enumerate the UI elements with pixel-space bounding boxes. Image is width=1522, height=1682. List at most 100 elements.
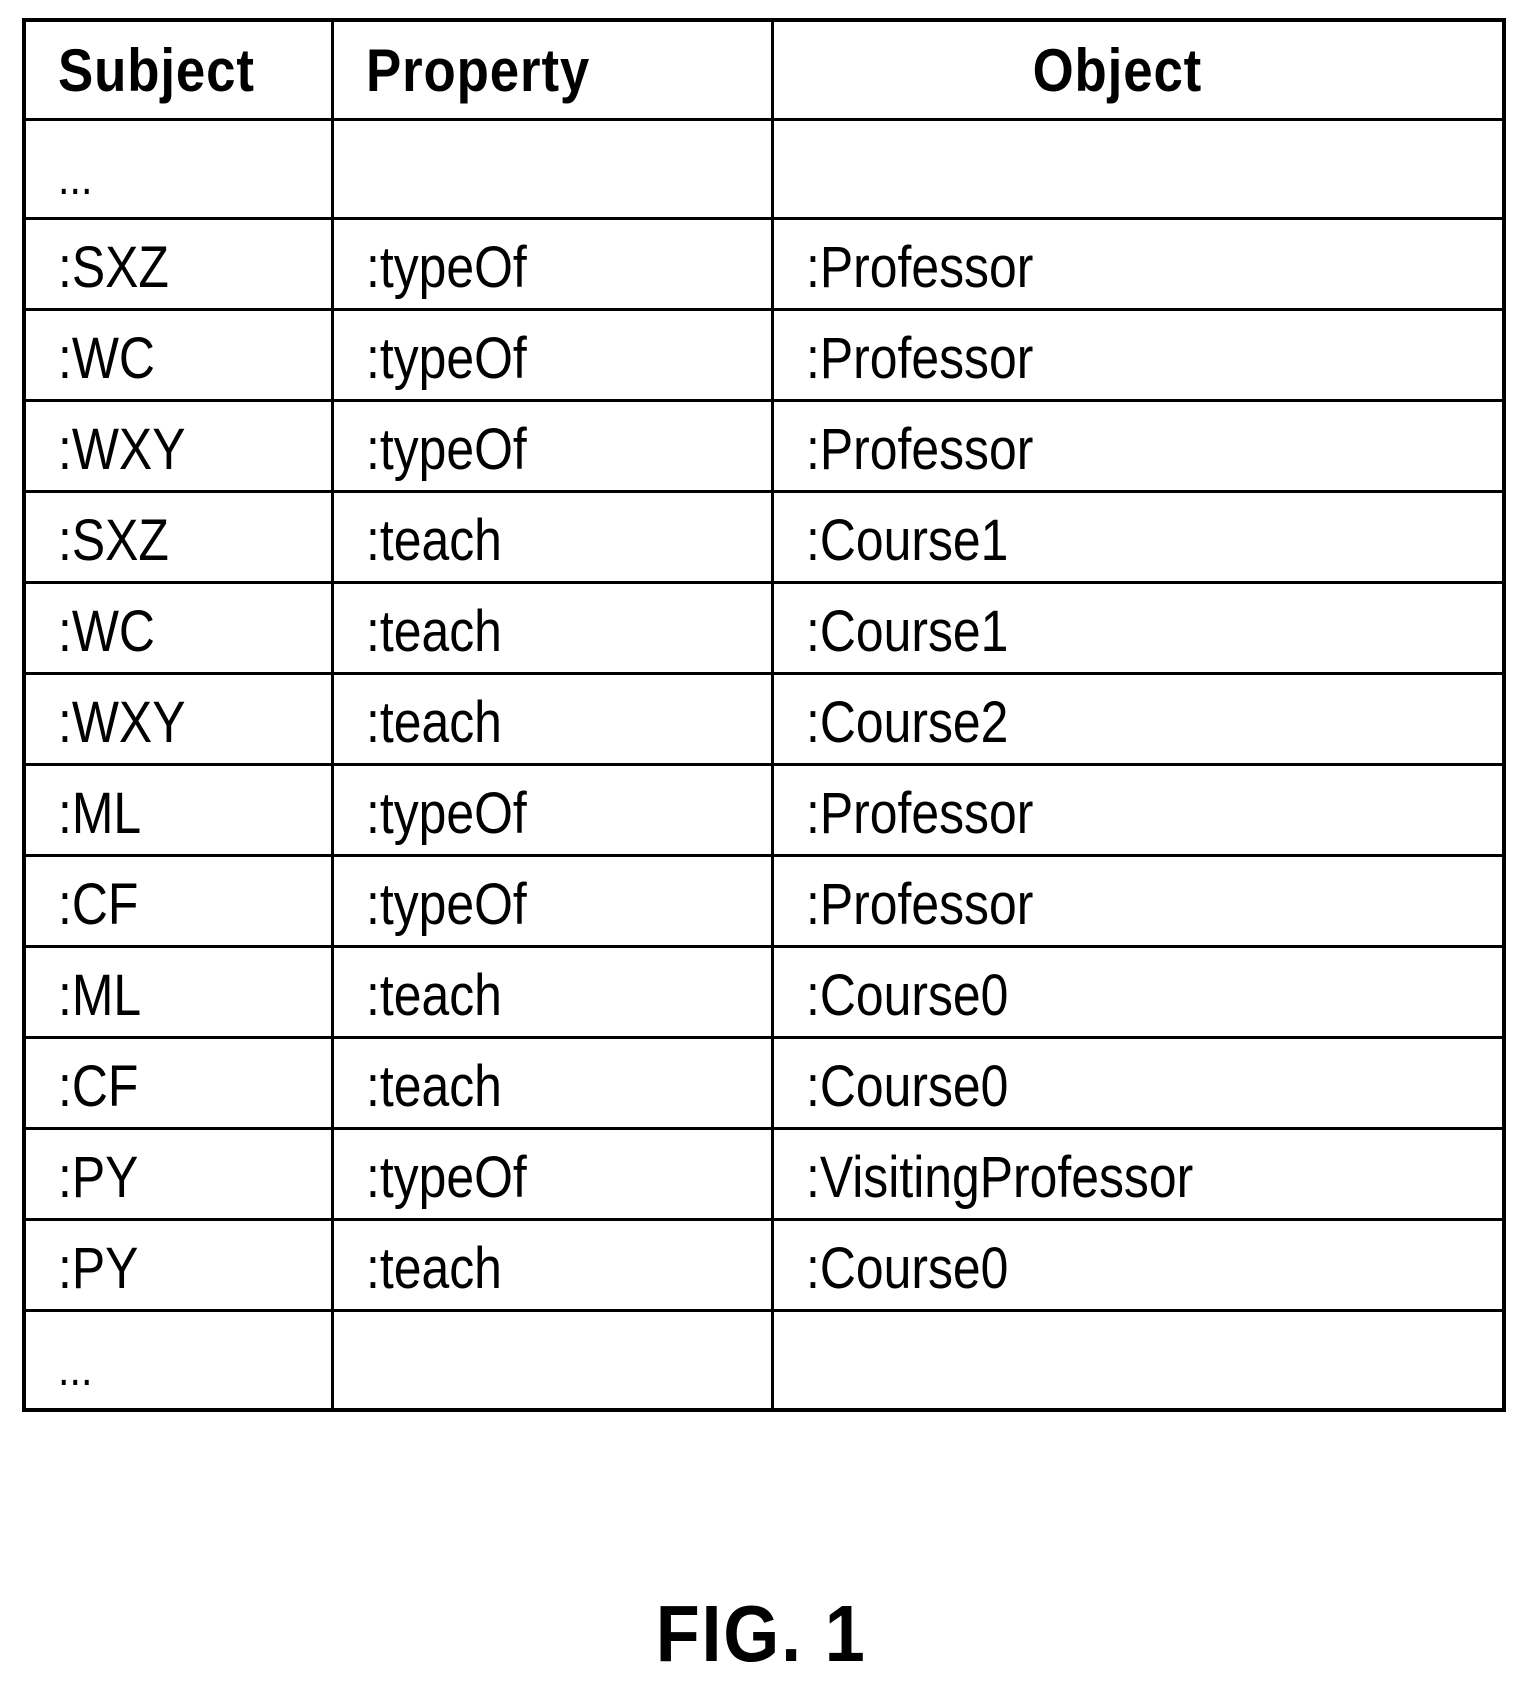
cell-subject-text: ...: [58, 151, 93, 205]
cell-property-text: :teach: [365, 507, 502, 573]
cell-property-text: :teach: [365, 689, 502, 755]
table-row: :CF :typeOf :Professor: [22, 854, 1506, 948]
table-row: :PY :typeOf :VisitingProfessor: [22, 1127, 1506, 1221]
cell-subject-text: :ML: [58, 962, 142, 1028]
cell-property-text: :teach: [365, 962, 502, 1028]
table-row: :CF :teach :Course0: [22, 1036, 1506, 1130]
cell-object: :Course0: [770, 1036, 1506, 1130]
cell-subject-text: :SXZ: [58, 507, 169, 573]
cell-property-text: :typeOf: [365, 780, 527, 846]
cell-object: :Course1: [770, 581, 1506, 675]
cell-object: :Professor: [770, 763, 1506, 857]
figure-caption: FIG. 1: [0, 1588, 1522, 1680]
ellipsis-row: ...: [22, 1309, 1506, 1412]
table-row: :ML :teach :Course0: [22, 945, 1506, 1039]
cell-object-text: :Professor: [805, 234, 1033, 300]
cell-subject-text: :SXZ: [58, 234, 169, 300]
cell-object-text: :Professor: [805, 871, 1033, 937]
cell-subject-text: :PY: [58, 1235, 139, 1301]
cell-object-text: :Course0: [805, 1053, 1008, 1119]
cell-property-text: :teach: [365, 598, 502, 664]
column-header-property: Property: [330, 18, 774, 121]
cell-subject: :PY: [22, 1218, 334, 1312]
table-row: :ML :typeOf :Professor: [22, 763, 1506, 857]
cell-subject-text: :CF: [58, 871, 139, 937]
column-header-property-label: Property: [365, 36, 590, 104]
cell-subject-text: :WC: [58, 325, 155, 391]
cell-object: :Professor: [770, 399, 1506, 493]
cell-object: :Professor: [770, 217, 1506, 311]
cell-subject-text: :WXY: [58, 416, 186, 482]
cell-subject-text: :PY: [58, 1144, 139, 1210]
table-row: :WC :typeOf :Professor: [22, 308, 1506, 402]
cell-property: :typeOf: [330, 399, 774, 493]
cell-object-text: :VisitingProfessor: [805, 1144, 1193, 1210]
cell-object: [770, 118, 1506, 220]
cell-property: :typeOf: [330, 308, 774, 402]
cell-subject-text: ...: [58, 1342, 93, 1396]
column-header-subject: Subject: [22, 18, 334, 121]
cell-property: :teach: [330, 945, 774, 1039]
cell-property: :teach: [330, 672, 774, 766]
cell-subject: :SXZ: [22, 217, 334, 311]
column-header-subject-label: Subject: [58, 36, 255, 104]
cell-property: :teach: [330, 1218, 774, 1312]
cell-subject-text: :WXY: [58, 689, 186, 755]
cell-property-text: :typeOf: [365, 325, 527, 391]
cell-object-text: :Course0: [805, 1235, 1008, 1301]
cell-property: :teach: [330, 1036, 774, 1130]
cell-property-text: :typeOf: [365, 234, 527, 300]
cell-object-text: :Professor: [805, 780, 1033, 846]
cell-object: :Professor: [770, 308, 1506, 402]
cell-subject: :WC: [22, 581, 334, 675]
cell-object-text: :Course2: [805, 689, 1008, 755]
cell-subject-text: :CF: [58, 1053, 139, 1119]
table-row: :WXY :teach :Course2: [22, 672, 1506, 766]
cell-property-text: :typeOf: [365, 416, 527, 482]
cell-property-text: :typeOf: [365, 1144, 527, 1210]
cell-object: :Course0: [770, 945, 1506, 1039]
cell-property: :typeOf: [330, 1127, 774, 1221]
cell-property: :teach: [330, 581, 774, 675]
cell-object: [770, 1309, 1506, 1412]
cell-property: [330, 1309, 774, 1412]
cell-subject: :CF: [22, 854, 334, 948]
cell-property-text: :typeOf: [365, 871, 527, 937]
cell-subject: :PY: [22, 1127, 334, 1221]
cell-property-text: :teach: [365, 1235, 502, 1301]
cell-object-text: :Course0: [805, 962, 1008, 1028]
cell-property: [330, 118, 774, 220]
column-header-object-label: Object: [1032, 36, 1203, 104]
cell-property: :typeOf: [330, 854, 774, 948]
rdf-triple-table: Subject Property Object ...:SXZ:typeOf:P…: [22, 18, 1506, 1412]
cell-subject: :WXY: [22, 672, 334, 766]
table-row: :WXY :typeOf :Professor: [22, 399, 1506, 493]
cell-subject: :ML: [22, 945, 334, 1039]
cell-subject: :ML: [22, 763, 334, 857]
table-row: :SXZ :teach :Course1: [22, 490, 1506, 584]
cell-object: :Course0: [770, 1218, 1506, 1312]
cell-subject: :WC: [22, 308, 334, 402]
cell-property-text: :teach: [365, 1053, 502, 1119]
cell-object: :Course1: [770, 490, 1506, 584]
cell-subject: :SXZ: [22, 490, 334, 584]
table-body: ... :SXZ :typeOf :Professor :WC :typeOf :Profe…: [22, 118, 1506, 1412]
cell-subject: :WXY: [22, 399, 334, 493]
cell-object-text: :Course1: [805, 598, 1008, 664]
table-row: :PY :teach :Course0: [22, 1218, 1506, 1312]
figure-caption-text: FIG. 1: [655, 1589, 867, 1678]
cell-object: :Course2: [770, 672, 1506, 766]
cell-subject: :CF: [22, 1036, 334, 1130]
cell-subject: ...: [22, 1309, 334, 1412]
table-row: :SXZ :typeOf :Professor: [22, 217, 1506, 311]
column-header-object: Object: [770, 18, 1506, 121]
cell-object: :VisitingProfessor: [770, 1127, 1506, 1221]
cell-property: :teach: [330, 490, 774, 584]
ellipsis-row: ...: [22, 118, 1506, 220]
cell-object-text: :Professor: [805, 325, 1033, 391]
cell-subject-text: :ML: [58, 780, 142, 846]
cell-object-text: :Course1: [805, 507, 1008, 573]
table-header-row: Subject Property Object: [22, 18, 1506, 121]
table-row: :WC :teach :Course1: [22, 581, 1506, 675]
cell-property: :typeOf: [330, 763, 774, 857]
